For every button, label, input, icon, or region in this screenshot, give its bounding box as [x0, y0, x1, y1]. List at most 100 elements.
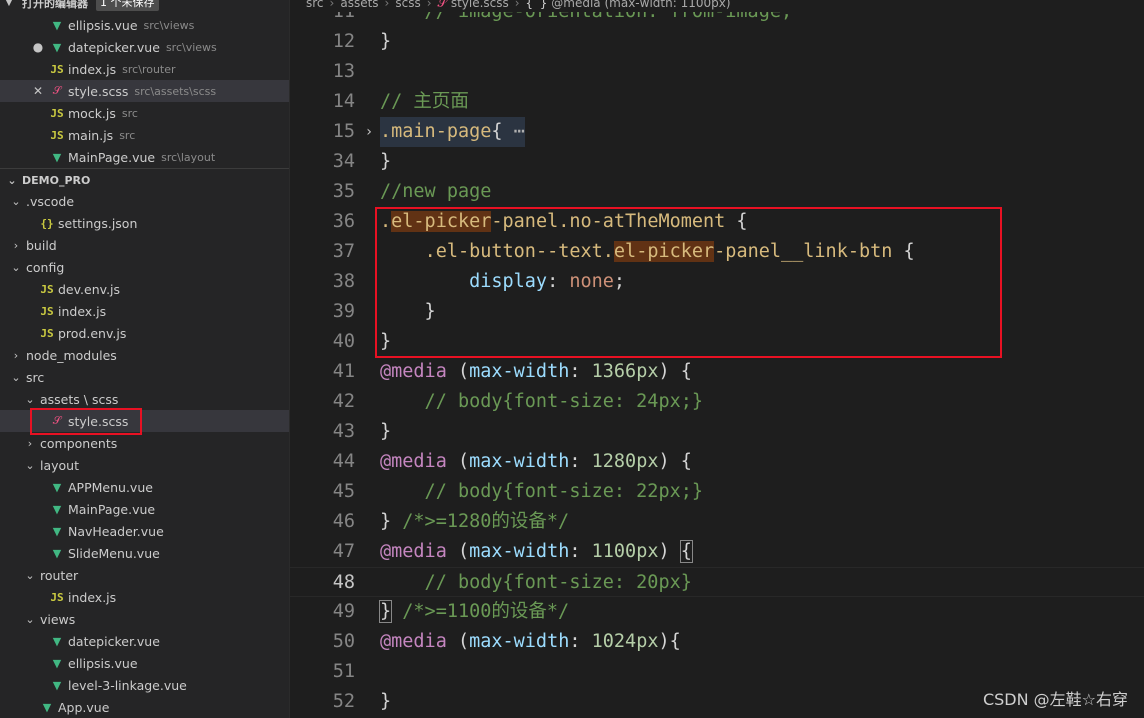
code-line[interactable]: 47 @media (max-width: 1100px) {: [290, 537, 1144, 567]
open-editors-title: 打开的编辑器: [22, 0, 88, 10]
folder-item[interactable]: ⌄ config: [0, 256, 289, 278]
open-editor-item[interactable]: ✕ 𝒮style.scss src\assets\scss: [0, 80, 289, 102]
vue-file-icon: ▼: [52, 40, 62, 54]
file-item[interactable]: JS prod.env.js: [0, 322, 289, 344]
vue-file-icon: ▼: [52, 18, 62, 32]
code-line[interactable]: 15 › .main-page{ ⋯: [290, 117, 1144, 147]
code-token: .main-page: [380, 121, 492, 142]
open-editor-item[interactable]: ▼ MainPage.vue src\layout: [0, 146, 289, 168]
line-number: 50: [332, 631, 355, 652]
code-line[interactable]: 46} /*>=1280的设备*/: [290, 507, 1144, 537]
folder-item[interactable]: ⌄ router: [0, 564, 289, 586]
breadcrumb-item-symbol[interactable]: @media (max-width: 1100px): [551, 0, 730, 10]
line-number: 36: [332, 211, 355, 232]
code-text: // body{font-size: 22px;}: [380, 477, 703, 507]
code-token: ) {: [658, 361, 692, 382]
file-name: datepicker.vue: [68, 39, 160, 55]
line-number: 48: [332, 572, 355, 593]
js-file-icon: JS: [40, 326, 54, 340]
js-file-icon: JS: [50, 106, 64, 120]
folder-item[interactable]: ⌄ layout: [0, 454, 289, 476]
code-token: ): [658, 541, 681, 562]
file-name: index.js: [68, 589, 117, 605]
file-item[interactable]: ▼ SlideMenu.vue: [0, 542, 289, 564]
annotation-highlight-box: [30, 408, 142, 435]
code-line[interactable]: 49} /*>=1100的设备*/: [290, 597, 1144, 627]
folder-name: views: [40, 611, 76, 627]
file-item[interactable]: ▼ MainPage.vue: [0, 498, 289, 520]
open-editor-item[interactable]: JS main.js src: [0, 124, 289, 146]
line-number: 40: [332, 331, 355, 352]
code-line[interactable]: 14 // 主页面: [290, 87, 1144, 117]
folder-item[interactable]: ⌄ assets \ scss: [0, 388, 289, 410]
code-line[interactable]: 35 //new page: [290, 177, 1144, 207]
folder-item[interactable]: ⌄ src: [0, 366, 289, 388]
breadcrumb-item-src[interactable]: src: [306, 0, 324, 10]
folder-item[interactable]: ⌄ .vscode: [0, 190, 289, 212]
file-path: src\views: [165, 40, 217, 54]
json-file-icon: {}: [40, 216, 54, 230]
chevron-right-icon: ›: [329, 0, 335, 10]
code-line[interactable]: 48 // body{font-size: 20px}: [290, 567, 1144, 597]
code-line[interactable]: 41 @media (max-width: 1366px) {: [290, 357, 1144, 387]
file-item[interactable]: JS index.js: [0, 300, 289, 322]
watermark: CSDN @左鞋☆右穿: [982, 690, 1128, 709]
vue-file-icon: ▼: [52, 634, 62, 648]
folder-item[interactable]: ⌄ views: [0, 608, 289, 630]
js-file-icon: JS: [40, 304, 54, 318]
code-token: :: [569, 541, 592, 562]
code-text: } /*>=1280的设备*/: [380, 507, 569, 537]
code-text: @media (max-width: 1100px) {: [380, 537, 693, 567]
code-line[interactable]: 44 @media (max-width: 1280px) {: [290, 447, 1144, 477]
code-text: }: [380, 27, 391, 57]
code-token: :: [569, 361, 592, 382]
code-line[interactable]: 45 // body{font-size: 22px;}: [290, 477, 1144, 507]
chevron-down-icon: ⌄: [25, 458, 35, 472]
code-token: // body{font-size: 20px}: [380, 572, 692, 593]
file-item[interactable]: {} settings.json: [0, 212, 289, 234]
breadcrumb-item-scss[interactable]: scss: [395, 0, 420, 10]
explorer-project-header[interactable]: ⌄ DEMO_PRO: [0, 168, 289, 191]
code-line[interactable]: 43}: [290, 417, 1144, 447]
code-line[interactable]: 13: [290, 57, 1144, 87]
vue-file-icon: ▼: [52, 678, 62, 692]
open-editor-item[interactable]: ● ▼ datepicker.vue src\views: [0, 36, 289, 58]
code-line[interactable]: 50 @media (max-width: 1024px){: [290, 627, 1144, 657]
file-item[interactable]: ▼ APPMenu.vue: [0, 476, 289, 498]
breadcrumb-item-assets[interactable]: assets: [340, 0, 378, 10]
file-item[interactable]: JS index.js: [0, 586, 289, 608]
chevron-right-icon: ›: [27, 436, 33, 450]
folder-name: assets \ scss: [40, 391, 119, 407]
code-line[interactable]: 51: [290, 657, 1144, 687]
fold-chevron-icon[interactable]: ›: [362, 117, 376, 147]
code-line[interactable]: 42 // body{font-size: 24px;}: [290, 387, 1144, 417]
folder-item[interactable]: › node_modules: [0, 344, 289, 366]
open-editor-item[interactable]: JS mock.js src: [0, 102, 289, 124]
code-editor[interactable]: 11 // image-orientation: from-image;12}1…: [290, 0, 1144, 718]
file-path: src: [121, 106, 138, 120]
open-editors-header[interactable]: ▼ 打开的编辑器 1 个未保存: [0, 0, 289, 14]
file-item[interactable]: JS dev.env.js: [0, 278, 289, 300]
code-line[interactable]: 34}: [290, 147, 1144, 177]
folder-item[interactable]: › build: [0, 234, 289, 256]
folder-item[interactable]: › components: [0, 432, 289, 454]
file-name: MainPage.vue: [68, 149, 156, 165]
open-editor-item[interactable]: JS index.js src\router: [0, 58, 289, 80]
unsaved-dot-icon: ●: [32, 40, 44, 54]
breadcrumb-item-file[interactable]: style.scss: [451, 0, 509, 10]
file-item[interactable]: ▼ datepicker.vue: [0, 630, 289, 652]
code-token: }: [380, 31, 392, 52]
code-token: 1100px: [591, 541, 659, 562]
code-text: }: [380, 147, 391, 177]
file-item[interactable]: ▼ App.vue: [0, 696, 289, 718]
chevron-right-icon: ›: [426, 0, 432, 10]
explorer-sidebar: ▼ 打开的编辑器 1 个未保存 ▼ ellipsis.vue src\views ● ▼…: [0, 0, 289, 718]
code-token: 1280px: [591, 451, 659, 472]
close-icon[interactable]: ✕: [30, 84, 46, 98]
file-item[interactable]: ▼ NavHeader.vue: [0, 520, 289, 542]
file-item[interactable]: ▼ ellipsis.vue: [0, 652, 289, 674]
code-token: }: [380, 151, 392, 172]
file-item[interactable]: ▼ level-3-linkage.vue: [0, 674, 289, 696]
code-line[interactable]: 12}: [290, 27, 1144, 57]
open-editor-item[interactable]: ▼ ellipsis.vue src\views: [0, 14, 289, 36]
